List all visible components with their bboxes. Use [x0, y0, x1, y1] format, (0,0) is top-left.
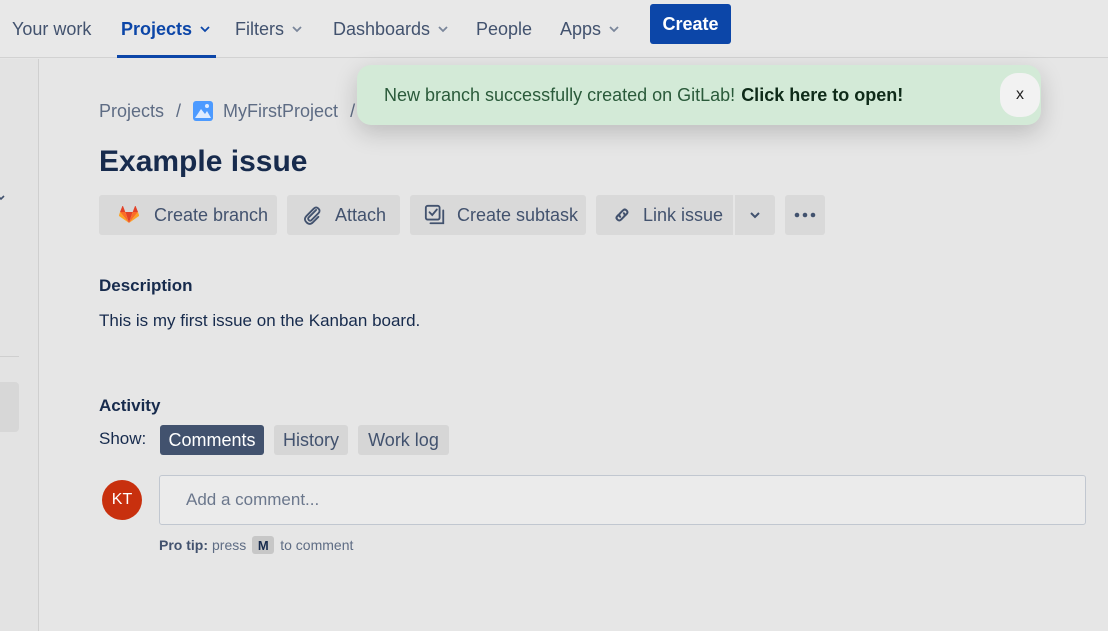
avatar[interactable]: KT: [102, 480, 142, 520]
nav-people[interactable]: People: [476, 0, 532, 58]
create-branch-button[interactable]: Create branch: [99, 195, 277, 235]
chevron-down-icon: [609, 26, 619, 33]
chevron-down-icon: [200, 26, 210, 33]
gitlab-icon: [119, 206, 139, 223]
attach-button[interactable]: Attach: [287, 195, 400, 235]
issue-title[interactable]: Example issue: [99, 145, 307, 179]
create-branch-label: Create branch: [154, 204, 269, 225]
more-actions-button[interactable]: [785, 195, 825, 235]
pro-tip: Pro tip: press M to comment: [159, 536, 353, 554]
sidebar-divider: [0, 356, 19, 357]
chevron-down-icon: [438, 26, 448, 33]
tab-work-log[interactable]: Work log: [358, 425, 449, 455]
link-issue-dropdown[interactable]: [735, 195, 775, 235]
link-issue-label: Link issue: [643, 204, 724, 225]
tab-history[interactable]: History: [274, 425, 348, 455]
nav-people-label: People: [476, 18, 533, 39]
shortcut-key: M: [252, 536, 275, 554]
chevron-down-icon: [750, 212, 760, 219]
paperclip-icon: [303, 206, 321, 225]
pro-tip-pre: press: [212, 537, 247, 553]
toast-open-link[interactable]: Click here to open!: [741, 85, 903, 106]
create-subtask-button[interactable]: Create subtask: [410, 195, 586, 235]
create-button[interactable]: Create: [650, 4, 731, 44]
nav-filters-label: Filters: [235, 18, 284, 39]
project-avatar-icon: [193, 101, 214, 121]
comment-input[interactable]: Add a comment...: [159, 475, 1086, 525]
description-text[interactable]: This is my first issue on the Kanban boa…: [99, 311, 420, 331]
attach-label: Attach: [335, 204, 387, 225]
pro-tip-label: Pro tip:: [159, 537, 208, 553]
show-label: Show:: [99, 429, 147, 448]
link-issue-button[interactable]: Link issue: [596, 195, 733, 235]
breadcrumb-projects[interactable]: Projects: [99, 101, 164, 122]
nav-apps[interactable]: Apps: [560, 0, 619, 58]
nav-your-work[interactable]: Your work: [12, 0, 91, 58]
create-subtask-label: Create subtask: [457, 204, 579, 225]
toast-message: New branch successfully created on GitLa…: [384, 84, 736, 105]
success-toast: New branch successfully created on GitLa…: [357, 65, 1041, 125]
breadcrumb: Projects / MyFirstProject /: [99, 99, 367, 123]
nav-projects-label: Projects: [121, 18, 193, 39]
activity-heading: Activity: [99, 396, 161, 415]
top-navigation: Your work Projects Filters Dashboards Pe…: [0, 0, 1108, 58]
breadcrumb-project[interactable]: MyFirstProject: [223, 101, 338, 122]
nav-projects[interactable]: Projects: [116, 0, 217, 58]
breadcrumb-separator: /: [350, 100, 356, 121]
nav-dashboards-label: Dashboards: [333, 18, 431, 39]
chevron-down-icon: [292, 26, 302, 33]
pro-tip-post: to comment: [280, 537, 354, 553]
nav-your-work-label: Your work: [12, 18, 92, 39]
toast-close-button[interactable]: x: [1000, 73, 1040, 117]
nav-filters[interactable]: Filters: [235, 0, 302, 58]
chevron-icon[interactable]: [0, 193, 6, 203]
nav-apps-label: Apps: [560, 18, 602, 39]
sidebar: [0, 59, 39, 631]
sidebar-item-selected[interactable]: [0, 382, 19, 432]
nav-dashboards[interactable]: Dashboards: [333, 0, 448, 58]
breadcrumb-separator: /: [176, 100, 182, 121]
link-icon: [615, 208, 629, 222]
description-heading: Description: [99, 276, 193, 295]
more-icon: [794, 212, 816, 218]
subtask-icon: [424, 204, 445, 225]
tab-comments[interactable]: Comments: [160, 425, 264, 455]
